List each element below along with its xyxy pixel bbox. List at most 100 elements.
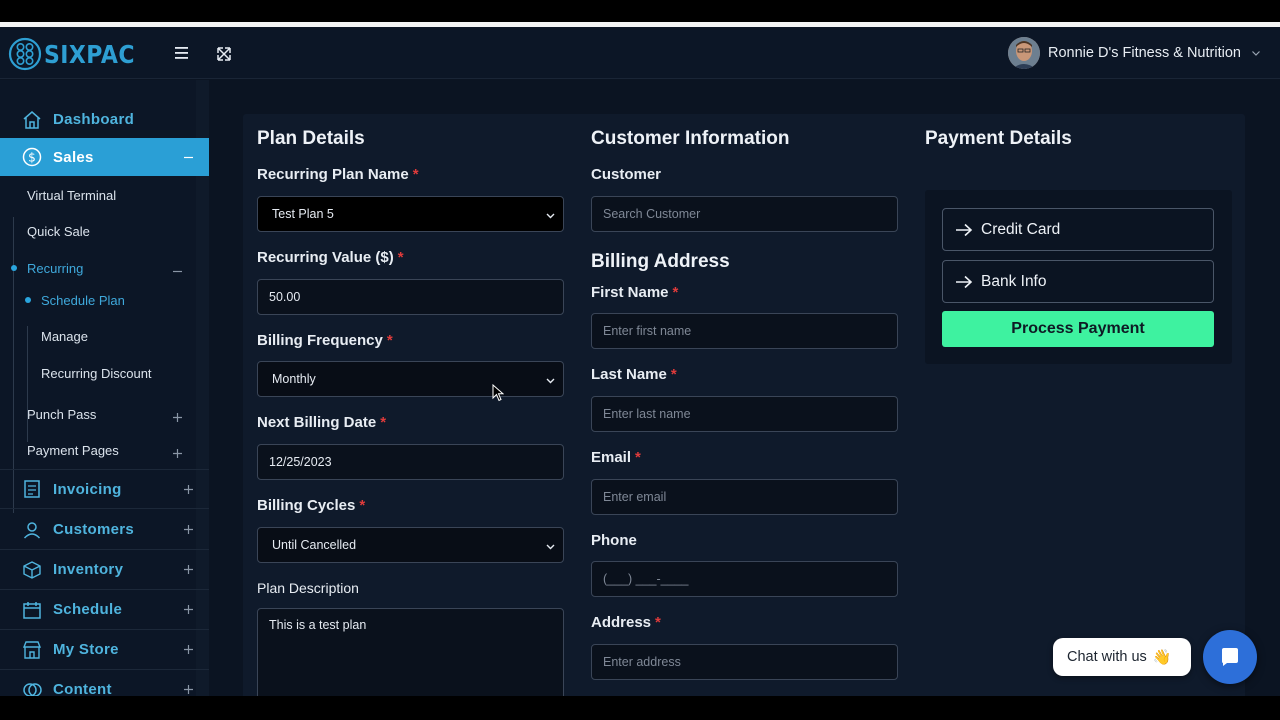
user-icon (23, 521, 41, 539)
last-name-label: Last Name * (591, 366, 677, 383)
customer-search-input[interactable]: Search Customer (591, 196, 898, 232)
sidebar-sub-recurring[interactable]: Recurring (27, 261, 83, 276)
content-icon (23, 682, 42, 696)
expand-icon[interactable] (184, 565, 193, 574)
wave-emoji: 👋 (1152, 649, 1172, 666)
billing-frequency-value: Monthly (272, 372, 316, 386)
bank-info-label: Bank Info (981, 272, 1047, 290)
fullscreen-icon[interactable] (214, 44, 234, 64)
expand-icon[interactable] (184, 685, 193, 694)
plan-name-label: Recurring Plan Name * (257, 166, 419, 183)
bank-info-option[interactable]: Bank Info (942, 260, 1214, 303)
billing-cycles-value: Until Cancelled (272, 538, 357, 552)
expand-icon[interactable] (173, 413, 182, 422)
top-header: SIXPAC Ronnie D's Fitness & Nutrition (0, 27, 1280, 79)
last-name-input[interactable]: Enter last name (591, 396, 898, 432)
app-window: SIXPAC Ronnie D's Fitness & Nutrition Da… (0, 27, 1280, 696)
billing-cycles-select[interactable]: Until Cancelled (257, 527, 564, 563)
box-icon (23, 560, 41, 579)
sidebar-item-dashboard[interactable]: Dashboard (0, 100, 209, 140)
email-input[interactable]: Enter email (591, 479, 898, 515)
credit-card-label: Credit Card (981, 220, 1061, 238)
recurring-value-input[interactable]: 50.00 (257, 279, 564, 315)
sidebar-item-label: Sales (53, 148, 94, 166)
invoice-icon (24, 480, 40, 498)
email-label: Email * (591, 449, 641, 466)
sidebar-sub-quick-sale[interactable]: Quick Sale (27, 224, 90, 239)
expand-icon[interactable] (173, 449, 182, 458)
chat-launcher-button[interactable] (1203, 630, 1257, 684)
recurring-value-label: Recurring Value ($) * (257, 249, 404, 266)
payment-methods-box: Credit Card Bank Info Process Payment (925, 190, 1232, 364)
collapse-icon[interactable] (184, 153, 193, 162)
sidebar-item-label: My Store (53, 641, 119, 658)
sidebar-item-label: Inventory (53, 561, 124, 578)
sidebar-sub-manage[interactable]: Manage (41, 329, 88, 344)
sidebar-item-label: Customers (53, 521, 135, 538)
plan-description-textarea[interactable]: This is a test plan (257, 608, 564, 696)
sidebar-item-schedule[interactable]: Schedule (0, 590, 209, 630)
expand-icon[interactable] (184, 484, 193, 494)
plan-name-value: Test Plan 5 (272, 207, 334, 221)
sidebar-item-label: Content (53, 681, 112, 696)
sidebar-item-customers[interactable]: Customers (0, 510, 209, 550)
chevron-down-icon (546, 213, 555, 219)
schedule-plan-form: Plan Details Recurring Plan Name * Test P… (243, 114, 1245, 696)
store-icon (22, 640, 42, 659)
active-dot (25, 297, 31, 303)
sidebar: Dashboard $ Sales Virtual Terminal Quick… (0, 80, 209, 696)
expand-icon[interactable] (184, 525, 193, 534)
svg-text:$: $ (28, 151, 36, 165)
address-input[interactable]: Enter address (591, 644, 898, 680)
user-menu[interactable]: Ronnie D's Fitness & Nutrition (1008, 36, 1261, 70)
sidebar-item-inventory[interactable]: Inventory (0, 550, 209, 590)
menu-toggle-icon[interactable] (172, 44, 192, 62)
billing-address-title: Billing Address (591, 251, 730, 272)
sidebar-sub-payment-pages[interactable]: Payment Pages (27, 443, 119, 458)
address-label: Address * (591, 614, 661, 631)
credit-card-option[interactable]: Credit Card (942, 208, 1214, 251)
brand-logo[interactable]: SIXPAC (8, 37, 147, 71)
next-billing-date-label: Next Billing Date * (257, 414, 387, 431)
video-frame: SIXPAC Ronnie D's Fitness & Nutrition Da… (0, 0, 1280, 720)
billing-frequency-label: Billing Frequency * (257, 332, 393, 349)
dollar-circle-icon: $ (22, 147, 42, 167)
collapse-icon[interactable] (173, 267, 182, 276)
phone-label: Phone (591, 532, 637, 549)
active-dot (11, 265, 17, 271)
sidebar-sub-schedule-plan[interactable]: Schedule Plan (41, 293, 125, 308)
chevron-down-icon (546, 378, 555, 384)
brand-name: SIXPAC (44, 39, 135, 69)
chevron-down-icon (1252, 51, 1260, 56)
sidebar-item-invoicing[interactable]: Invoicing (0, 469, 209, 509)
sidebar-item-sales[interactable]: $ Sales (0, 138, 209, 176)
next-billing-date-input[interactable]: 12/25/2023 (257, 444, 564, 480)
process-payment-button[interactable]: Process Payment (942, 311, 1214, 347)
expand-icon[interactable] (184, 645, 193, 654)
billing-cycles-label: Billing Cycles * (257, 497, 366, 514)
submenu-line-nested (27, 326, 28, 442)
payment-details-title: Payment Details (925, 128, 1072, 149)
first-name-input[interactable]: Enter first name (591, 313, 898, 349)
chevron-down-icon (546, 544, 555, 550)
sidebar-item-label: Dashboard (53, 111, 135, 128)
plan-details-title: Plan Details (257, 128, 365, 149)
sidebar-sub-recurring-discount[interactable]: Recurring Discount (41, 366, 152, 381)
sidebar-sub-punch-pass[interactable]: Punch Pass (27, 407, 96, 422)
sidebar-sub-virtual-terminal[interactable]: Virtual Terminal (27, 188, 116, 203)
sidebar-item-my-store[interactable]: My Store (0, 630, 209, 670)
mouse-cursor-icon (492, 384, 504, 402)
plan-name-select[interactable]: Test Plan 5 (257, 196, 564, 232)
chat-label: Chat with us (1067, 649, 1147, 665)
chat-icon (1222, 648, 1238, 666)
plan-description-label: Plan Description (257, 580, 359, 596)
arrow-right-icon (956, 223, 973, 236)
home-icon (23, 110, 41, 129)
first-name-label: First Name * (591, 284, 679, 301)
sidebar-item-content[interactable]: Content (0, 670, 209, 696)
phone-input[interactable]: (___) ___-____ (591, 561, 898, 597)
expand-icon[interactable] (184, 605, 193, 614)
sidebar-item-label: Invoicing (53, 480, 122, 498)
chat-prompt[interactable]: Chat with us 👋 (1053, 638, 1191, 676)
billing-frequency-select[interactable]: Monthly (257, 361, 564, 397)
